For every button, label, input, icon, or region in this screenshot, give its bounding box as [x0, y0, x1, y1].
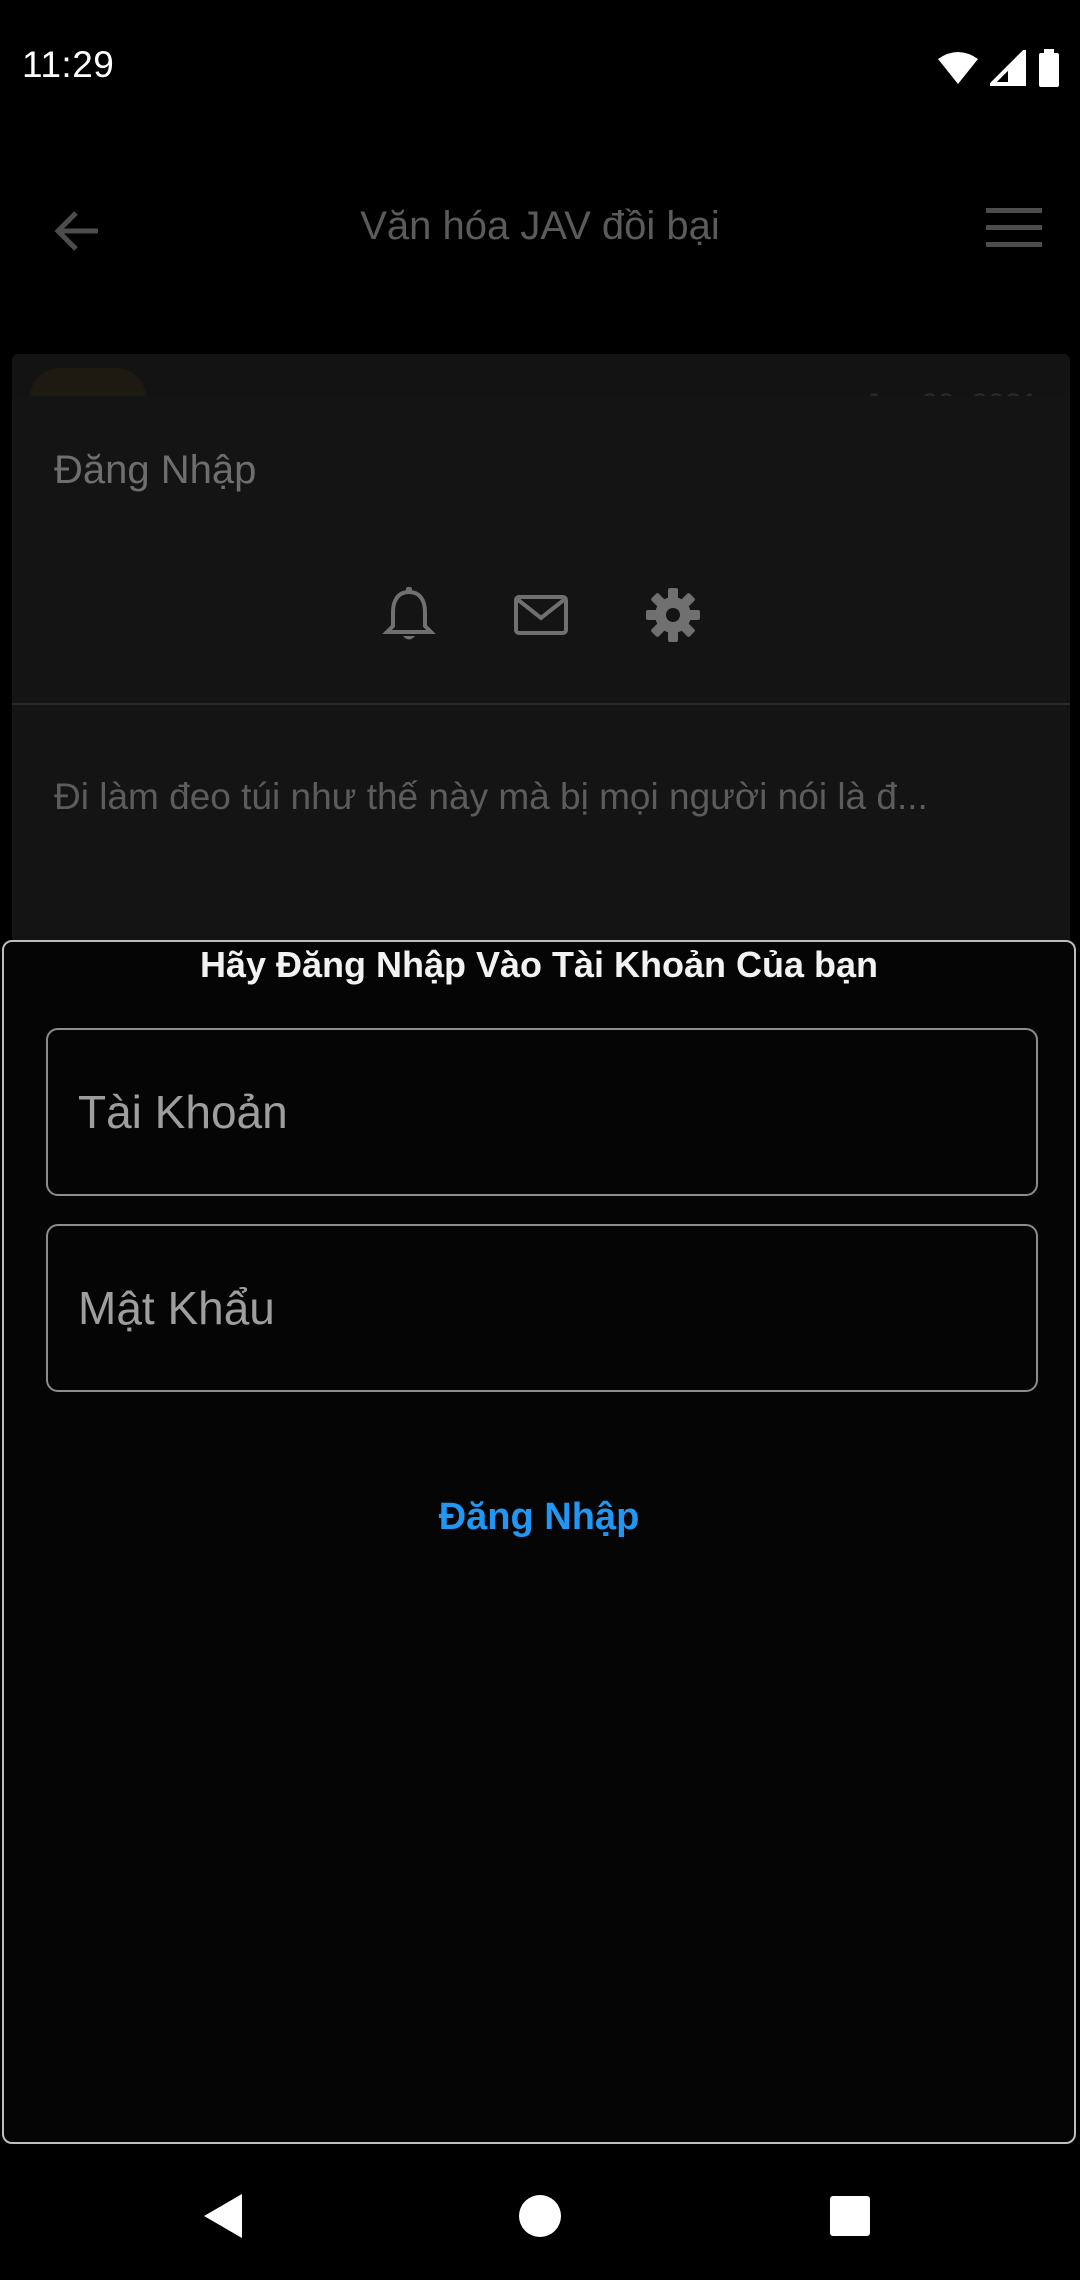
status-icons [938, 48, 1060, 88]
mail-icon[interactable] [512, 586, 570, 644]
login-button[interactable]: Đăng Nhập [379, 1482, 699, 1552]
post-avatar [30, 368, 146, 398]
status-time: 11:29 [22, 44, 115, 85]
signal-icon [990, 50, 1026, 86]
post-preview-text[interactable]: Đi làm đeo túi như thế này mà bị mọi ngư… [54, 776, 1028, 818]
status-bar: 11:29 [0, 0, 1080, 136]
nav-recents-icon[interactable] [822, 2188, 878, 2244]
account-panel: Đăng Nhập Đi làm đeo túi như thế này mà … [12, 396, 1070, 956]
nav-home-icon[interactable] [512, 2188, 568, 2244]
login-heading: Hãy Đăng Nhập Vào Tài Khoản Của bạn [199, 944, 879, 985]
divider [12, 703, 1070, 705]
username-field[interactable] [46, 1028, 1038, 1196]
account-panel-title: Đăng Nhập [54, 448, 257, 492]
login-dialog: Hãy Đăng Nhập Vào Tài Khoản Của bạn Đăng… [2, 940, 1076, 2144]
gear-icon[interactable] [644, 586, 702, 644]
password-field[interactable] [46, 1224, 1038, 1392]
app-bar: Văn hóa JAV đồi bại [0, 136, 1080, 318]
bell-icon[interactable] [380, 586, 438, 644]
battery-icon [1039, 49, 1059, 87]
wifi-icon [938, 52, 978, 84]
account-panel-icons [12, 586, 1070, 644]
screen: 11:29 Văn hóa JAV đồi bại Đăng Nhập Đi l… [0, 0, 1080, 2280]
app-title: Văn hóa JAV đồi bại [360, 204, 720, 248]
navigation-bar [0, 2148, 1080, 2280]
nav-back-icon[interactable] [196, 2188, 252, 2244]
menu-icon[interactable] [986, 204, 1042, 252]
